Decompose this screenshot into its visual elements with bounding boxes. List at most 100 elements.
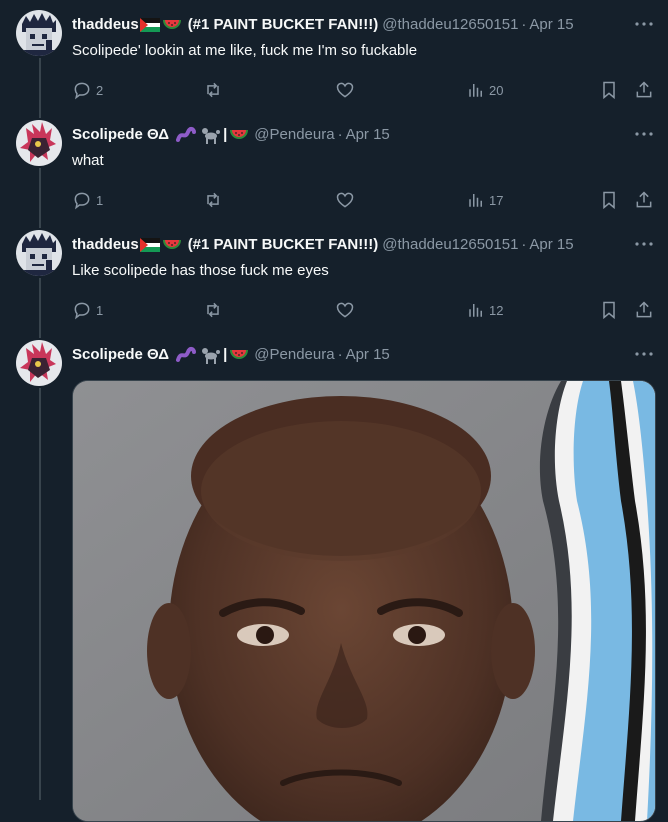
more-options-button[interactable] (634, 344, 654, 364)
bookmark-button[interactable] (599, 298, 619, 322)
pipe-separator: | (223, 126, 228, 143)
avatar[interactable] (16, 120, 62, 166)
tweet-text: Scolipede' lookin at me like, fuck me I'… (72, 42, 418, 59)
tweet-header: thaddeus (#1 PAINT BUCKET FAN!!!) @thadd… (72, 235, 628, 255)
reply-count: 1 (96, 302, 104, 318)
more-options-button[interactable] (634, 234, 654, 254)
bookmark-button[interactable] (599, 188, 619, 212)
reply-count: 1 (96, 192, 104, 208)
tweet-header: thaddeus (#1 PAINT BUCKET FAN!!!) @thadd… (72, 15, 628, 35)
user-handle[interactable]: @thaddeu12650151 (382, 15, 518, 35)
display-name[interactable]: Scolipede ΘΔ (72, 125, 169, 145)
share-icon (636, 191, 652, 208)
bookmark-icon (603, 191, 615, 210)
repost-button[interactable] (203, 78, 223, 102)
scolipede-avatar-icon (16, 120, 62, 166)
worm-icon (176, 127, 197, 142)
tweet-date[interactable]: Apr 15 (346, 345, 390, 365)
tweet[interactable]: thaddeus (#1 PAINT BUCKET FAN!!!) @thadd… (0, 6, 668, 110)
more-icon (635, 242, 653, 246)
display-name-suffix[interactable]: (#1 PAINT BUCKET FAN!!!) (188, 235, 379, 255)
repost-icon (207, 82, 219, 98)
separator-dot: · (337, 126, 343, 143)
tweet[interactable]: thaddeus (#1 PAINT BUCKET FAN!!!) @thadd… (0, 226, 668, 330)
tweet-date[interactable]: Apr 15 (529, 15, 573, 35)
more-icon (635, 352, 653, 356)
share-button[interactable] (634, 188, 654, 212)
more-icon (635, 22, 653, 26)
scolipede-avatar-icon (16, 340, 62, 386)
repost-icon (207, 192, 219, 208)
display-name[interactable]: thaddeus (72, 235, 139, 255)
tweet-actions: 1 17 (72, 188, 652, 212)
tweet-photo[interactable] (72, 380, 656, 822)
palestine-flag-icon (139, 18, 160, 32)
avatar[interactable] (16, 230, 62, 276)
more-options-button[interactable] (634, 14, 654, 34)
separator-dot: · (521, 236, 527, 253)
like-button[interactable] (335, 78, 355, 102)
display-name[interactable]: Scolipede ΘΔ (72, 345, 169, 365)
avatar[interactable] (16, 10, 62, 56)
views-button[interactable]: 20 (467, 78, 503, 102)
repost-button[interactable] (203, 298, 223, 322)
tweet-actions: 2 20 (72, 78, 652, 102)
share-button[interactable] (634, 298, 654, 322)
reply-button[interactable]: 1 (72, 298, 103, 322)
display-name-suffix[interactable]: (#1 PAINT BUCKET FAN!!!) (188, 15, 379, 35)
tweet-text: what (72, 152, 104, 169)
watermelon-icon (162, 20, 181, 29)
reply-button[interactable]: 2 (72, 78, 103, 102)
more-options-button[interactable] (634, 124, 654, 144)
bookmark-button[interactable] (599, 78, 619, 102)
views-button[interactable]: 17 (467, 188, 503, 212)
palestine-flag-icon (139, 238, 160, 252)
reply-button[interactable]: 1 (72, 188, 103, 212)
repost-button[interactable] (203, 188, 223, 212)
reply-icon (74, 82, 90, 100)
pipe-separator: | (223, 346, 228, 363)
views-button[interactable]: 12 (467, 298, 503, 322)
tweet-date[interactable]: Apr 15 (529, 235, 573, 255)
worm-icon (176, 347, 197, 362)
like-button[interactable] (335, 298, 355, 322)
views-icon (469, 304, 482, 317)
views-icon (469, 194, 482, 207)
heart-icon (336, 82, 354, 98)
tweet[interactable]: Scolipede ΘΔ | @Pendeura · Apr 15 what 1 (0, 116, 668, 220)
watermelon-icon (162, 240, 181, 249)
user-handle[interactable]: @thaddeu12650151 (382, 235, 518, 255)
reply-icon (74, 192, 90, 210)
reply-icon (74, 302, 90, 320)
heart-icon (336, 192, 354, 208)
share-icon (636, 301, 652, 318)
pixel-avatar-icon (16, 230, 62, 276)
bookmark-icon (603, 301, 615, 320)
avatar[interactable] (16, 340, 62, 386)
view-count: 17 (489, 192, 504, 208)
poodle-icon (202, 348, 221, 364)
share-button[interactable] (634, 78, 654, 102)
display-name[interactable]: thaddeus (72, 15, 139, 35)
portrait-photo (73, 381, 655, 821)
bookmark-icon (603, 81, 615, 100)
views-icon (469, 84, 482, 97)
separator-dot: · (521, 16, 527, 33)
like-button[interactable] (335, 188, 355, 212)
tweet-header: Scolipede ΘΔ | @Pendeura · Apr 15 (72, 125, 628, 145)
user-handle[interactable]: @Pendeura (254, 125, 334, 145)
view-count: 20 (489, 82, 504, 98)
pixel-avatar-icon (16, 10, 62, 56)
user-handle[interactable]: @Pendeura (254, 345, 334, 365)
watermelon-icon (230, 350, 249, 359)
tweet-date[interactable]: Apr 15 (346, 125, 390, 145)
tweet-actions: 1 12 (72, 298, 652, 322)
tweet-header: Scolipede ΘΔ | @Pendeura · Apr 15 (72, 345, 628, 365)
heart-icon (336, 302, 354, 318)
poodle-icon (202, 128, 221, 144)
repost-icon (207, 302, 219, 318)
view-count: 12 (489, 302, 504, 318)
watermelon-icon (230, 130, 249, 139)
tweet-text: Like scolipede has those fuck me eyes (72, 262, 329, 279)
share-icon (636, 81, 652, 98)
